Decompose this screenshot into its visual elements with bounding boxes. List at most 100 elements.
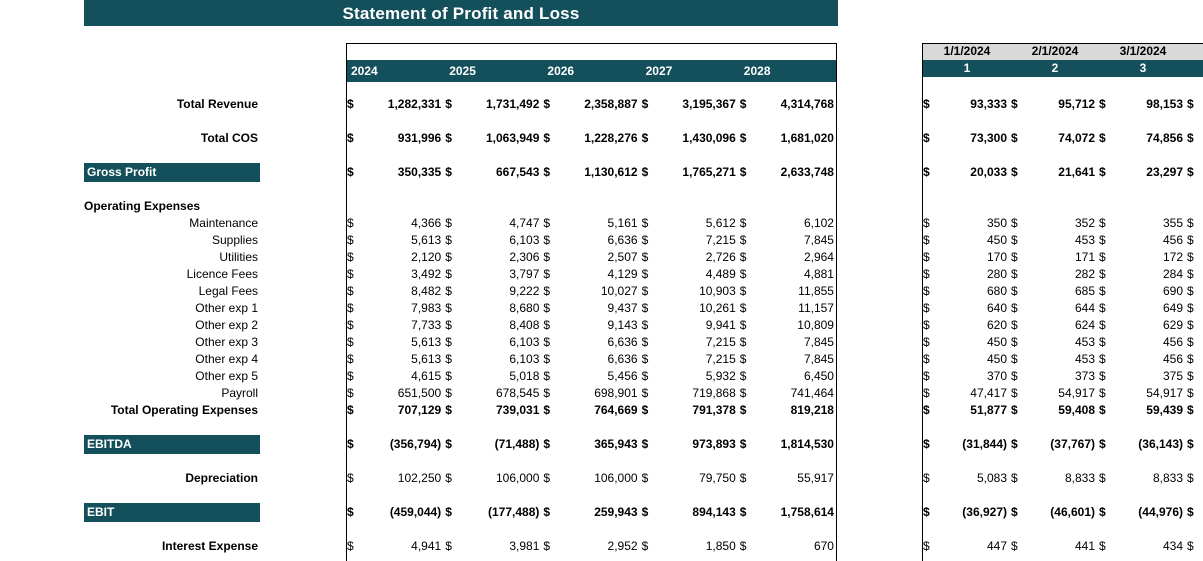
cell-total-cos-2028: $1,681,020 — [740, 130, 838, 147]
monthly-cell-payroll-4: $ — [1187, 385, 1203, 402]
cell-value: (356,794) — [389, 437, 442, 451]
cell-value: 4,881 — [803, 267, 834, 281]
cell-value: 2,952 — [607, 539, 638, 553]
monthly-cell-licence-fees-1: $280 — [923, 266, 1011, 283]
cell-total-cos-2024: $931,996 — [347, 130, 445, 147]
cell-payroll-2025: $678,545 — [445, 385, 543, 402]
annual-year-header-row: 2024 2025 2026 2027 2028 — [347, 60, 836, 82]
monthly-cell-payroll-1: $47,417 — [923, 385, 1011, 402]
currency-symbol: $ — [641, 403, 649, 417]
cell-other-exp-2-2025: $8,408 — [445, 317, 543, 334]
cell-value: 4,747 — [509, 216, 540, 230]
cell-value: 707,129 — [397, 403, 442, 417]
currency-symbol: $ — [1099, 335, 1106, 349]
cell-maintenance-2025: $4,747 — [445, 215, 543, 232]
monthly-cell-other-exp-5-3: $375 — [1099, 368, 1187, 385]
cell-total-operating-expenses-2027: $791,378 — [642, 402, 740, 419]
currency-symbol: $ — [739, 216, 747, 230]
currency-symbol: $ — [445, 471, 452, 485]
cell-interest-expense-2026: $2,952 — [543, 538, 641, 555]
cell-value: 5,613 — [411, 335, 442, 349]
monthly-cell-depreciation-2: $8,833 — [1011, 470, 1099, 487]
cell-value: 4,941 — [411, 539, 442, 553]
cell-value: 95,712 — [1058, 97, 1095, 111]
cell-value: 172 — [1162, 250, 1183, 264]
cell-value: 4,615 — [411, 369, 442, 383]
monthly-cell-ebit-3: $ (44,976) — [1099, 504, 1187, 521]
currency-symbol: $ — [1187, 471, 1194, 485]
row-label-total-cos: Total COS — [200, 131, 258, 145]
currency-symbol: $ — [1187, 267, 1194, 281]
currency-symbol: $ — [445, 335, 452, 349]
cell-value: 450 — [986, 352, 1007, 366]
cell-value: 931,996 — [397, 131, 442, 145]
cell-value: 3,981 — [509, 539, 540, 553]
cell-value: 350 — [986, 216, 1007, 230]
cell-value: 8,482 — [411, 284, 442, 298]
monthly-cell-total-cos-1: $73,300 — [923, 130, 1011, 147]
row-label-payroll: Payroll — [221, 386, 258, 400]
cell-value: 375 — [1162, 369, 1183, 383]
cell-total-operating-expenses-2024: $707,129 — [347, 402, 445, 419]
currency-symbol: $ — [347, 216, 354, 230]
currency-symbol: $ — [445, 403, 452, 417]
cell-ebitda-2026: $365,943 — [543, 436, 641, 453]
cell-value: 98,153 — [1146, 97, 1183, 111]
annual-column-header-2025: 2025 — [449, 64, 476, 78]
currency-symbol: $ — [347, 301, 354, 315]
currency-symbol: $ — [641, 216, 649, 230]
currency-symbol: $ — [923, 267, 930, 281]
cell-value: 456 — [1162, 352, 1183, 366]
cell-value: 9,941 — [705, 318, 736, 332]
currency-symbol: $ — [739, 471, 747, 485]
currency-symbol: $ — [923, 403, 930, 417]
currency-symbol: $ — [445, 284, 452, 298]
currency-symbol: $ — [543, 386, 551, 400]
currency-symbol: $ — [641, 267, 649, 281]
cell-other-exp-1-2026: $9,437 — [543, 300, 641, 317]
annual-figures-table: 2024 2025 2026 2027 2028 $1,282,331 $1,731,49… — [346, 43, 837, 561]
cell-value: 6,103 — [509, 335, 540, 349]
currency-symbol: $ — [739, 318, 747, 332]
cell-legal-fees-2025: $9,222 — [445, 283, 543, 300]
currency-symbol: $ — [1011, 505, 1018, 519]
cell-value: 3,195,367 — [682, 97, 736, 111]
currency-symbol: $ — [739, 369, 747, 383]
currency-symbol: $ — [1011, 165, 1018, 179]
cell-value: 8,408 — [509, 318, 540, 332]
cell-value: 5,018 — [509, 369, 540, 383]
cell-total-cos-2026: $1,228,276 — [543, 130, 641, 147]
currency-symbol: $ — [1011, 352, 1018, 366]
row-label-other-exp-2: Other exp 2 — [195, 318, 258, 332]
monthly-cell-other-exp-1-3: $649 — [1099, 300, 1187, 317]
monthly-cell-other-exp-4-2: $453 — [1011, 351, 1099, 368]
cell-value: 894,143 — [692, 505, 736, 519]
cell-other-exp-4-2028: $7,845 — [740, 351, 838, 368]
monthly-cell-ebit-2: $ (46,601) — [1011, 504, 1099, 521]
monthly-date-header-2: 2/1/2024 — [1031, 44, 1079, 58]
cell-value: 280 — [986, 267, 1007, 281]
cell-value: 441 — [1074, 539, 1095, 553]
monthly-cell-gross-profit-3: $23,297 — [1099, 164, 1187, 181]
cell-supplies-2024: $5,613 — [347, 232, 445, 249]
cell-value: (71,488) — [494, 437, 540, 451]
monthly-cell-other-exp-2-3: $629 — [1099, 317, 1187, 334]
currency-symbol: $ — [641, 437, 649, 451]
cell-ebitda-2028: $1,814,530 — [740, 436, 838, 453]
cell-value: 6,636 — [607, 352, 638, 366]
cell-gross-profit-2025: $667,543 — [445, 164, 543, 181]
currency-symbol: $ — [923, 471, 930, 485]
cell-value: 629 — [1162, 318, 1183, 332]
cell-value: 1,850 — [705, 539, 736, 553]
monthly-period-number-1: 1 — [963, 61, 971, 75]
currency-symbol: $ — [1011, 318, 1018, 332]
monthly-cell-supplies-4: $ — [1187, 232, 1203, 249]
cell-maintenance-2027: $5,612 — [642, 215, 740, 232]
currency-symbol: $ — [1187, 233, 1194, 247]
currency-symbol: $ — [1099, 352, 1106, 366]
cell-value: 2,726 — [705, 250, 736, 264]
cell-value: 680 — [986, 284, 1007, 298]
monthly-cell-other-exp-4-4: $ — [1187, 351, 1203, 368]
cell-value: 106,000 — [594, 471, 638, 485]
cell-value: 456 — [1162, 335, 1183, 349]
